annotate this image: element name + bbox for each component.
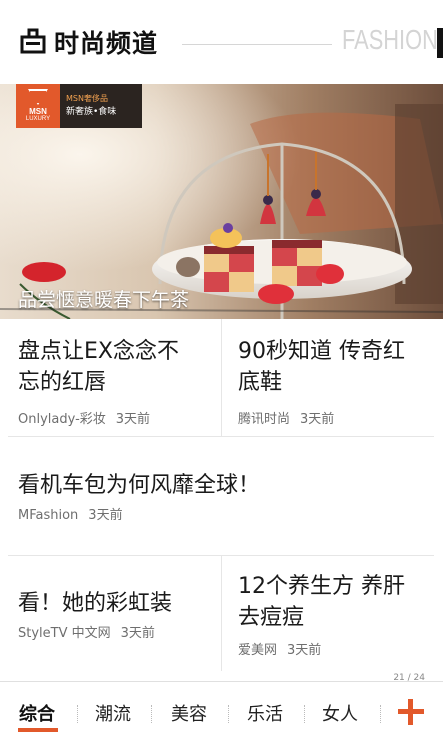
tab-separator <box>151 705 152 723</box>
brand-badge: MSN LUXURY MSN奢侈品 新奢族•食味 <box>16 84 142 128</box>
article-time: 3天前 <box>120 626 155 641</box>
badge-brand: MSN <box>29 107 47 116</box>
article-tile[interactable]: 12个养生方 养肝去痘痘 爱美网 3天前 <box>238 571 423 658</box>
active-tab-indicator <box>18 728 58 732</box>
tab-separator <box>228 705 229 723</box>
tab-meirong[interactable]: 美容 <box>171 700 207 726</box>
article-title: 盘点让EX念念不忘的红唇 <box>18 339 179 395</box>
article-source: MFashion <box>18 508 79 523</box>
article-meta: 爱美网 3天前 <box>238 639 423 658</box>
header-accent-bar <box>437 28 443 58</box>
article-time: 3天前 <box>88 508 123 523</box>
article-title: 90秒知道 传奇红底鞋 <box>238 339 405 395</box>
page-title: 时尚频道 <box>54 29 159 58</box>
bag-icon <box>20 28 46 54</box>
article-time: 3天前 <box>287 643 322 658</box>
badge-brand-sub: LUXURY <box>25 116 51 122</box>
brand-logo: MSN LUXURY <box>16 84 60 128</box>
article-tile[interactable]: 盘点让EX念念不忘的红唇 Onlylady-彩妆 3天前 <box>18 336 198 427</box>
tabbar-divider <box>0 681 443 682</box>
tab-chaoliu[interactable]: 潮流 <box>95 700 131 726</box>
article-time: 3天前 <box>300 412 335 427</box>
tile-divider <box>221 319 222 436</box>
tab-separator <box>304 705 305 723</box>
article-title: 看！她的彩虹装 <box>18 591 173 616</box>
plus-icon[interactable] <box>398 699 424 725</box>
article-title: 看机车包为何风靡全球！ <box>18 473 261 498</box>
hero-caption: 品尝惬意暖春下午茶 <box>18 289 190 311</box>
article-source: StyleTV 中文网 <box>18 626 111 641</box>
article-meta: 腾讯时尚 3天前 <box>238 408 423 427</box>
article-time: 3天前 <box>115 412 151 427</box>
article-meta: Onlylady-彩妆 3天前 <box>18 408 198 427</box>
article-source: 爱美网 <box>238 643 278 658</box>
diamond-icon <box>28 89 48 105</box>
badge-line2: 新奢族•食味 <box>66 107 117 117</box>
badge-text: MSN奢侈品 新奢族•食味 <box>60 84 142 128</box>
article-tile[interactable]: 看！她的彩虹装 StyleTV 中文网 3天前 <box>18 588 218 641</box>
tab-separator <box>77 705 78 723</box>
article-title: 12个养生方 养肝去痘痘 <box>238 574 405 630</box>
tile-divider <box>221 556 222 671</box>
tab-separator <box>380 705 381 723</box>
article-tile[interactable]: 90秒知道 传奇红底鞋 腾讯时尚 3天前 <box>238 336 423 427</box>
row-divider <box>8 436 434 437</box>
page-header: 时尚频道 FASHION <box>0 0 443 84</box>
badge-line1: MSN奢侈品 <box>66 94 108 103</box>
article-meta: MFashion 3天前 <box>18 504 418 523</box>
plus-icon-v <box>408 699 413 725</box>
tab-zonghe[interactable]: 综合 <box>19 700 55 726</box>
article-meta: StyleTV 中文网 3天前 <box>18 622 218 641</box>
tab-lehuo[interactable]: 乐活 <box>247 700 283 726</box>
tab-nvren[interactable]: 女人 <box>322 700 358 726</box>
article-tile[interactable]: 看机车包为何风靡全球！ MFashion 3天前 <box>18 470 418 523</box>
article-source: 腾讯时尚 <box>238 412 291 427</box>
header-divider <box>182 44 332 45</box>
article-source: Onlylady-彩妆 <box>18 412 106 427</box>
header-english-title: FASHION <box>342 24 438 55</box>
